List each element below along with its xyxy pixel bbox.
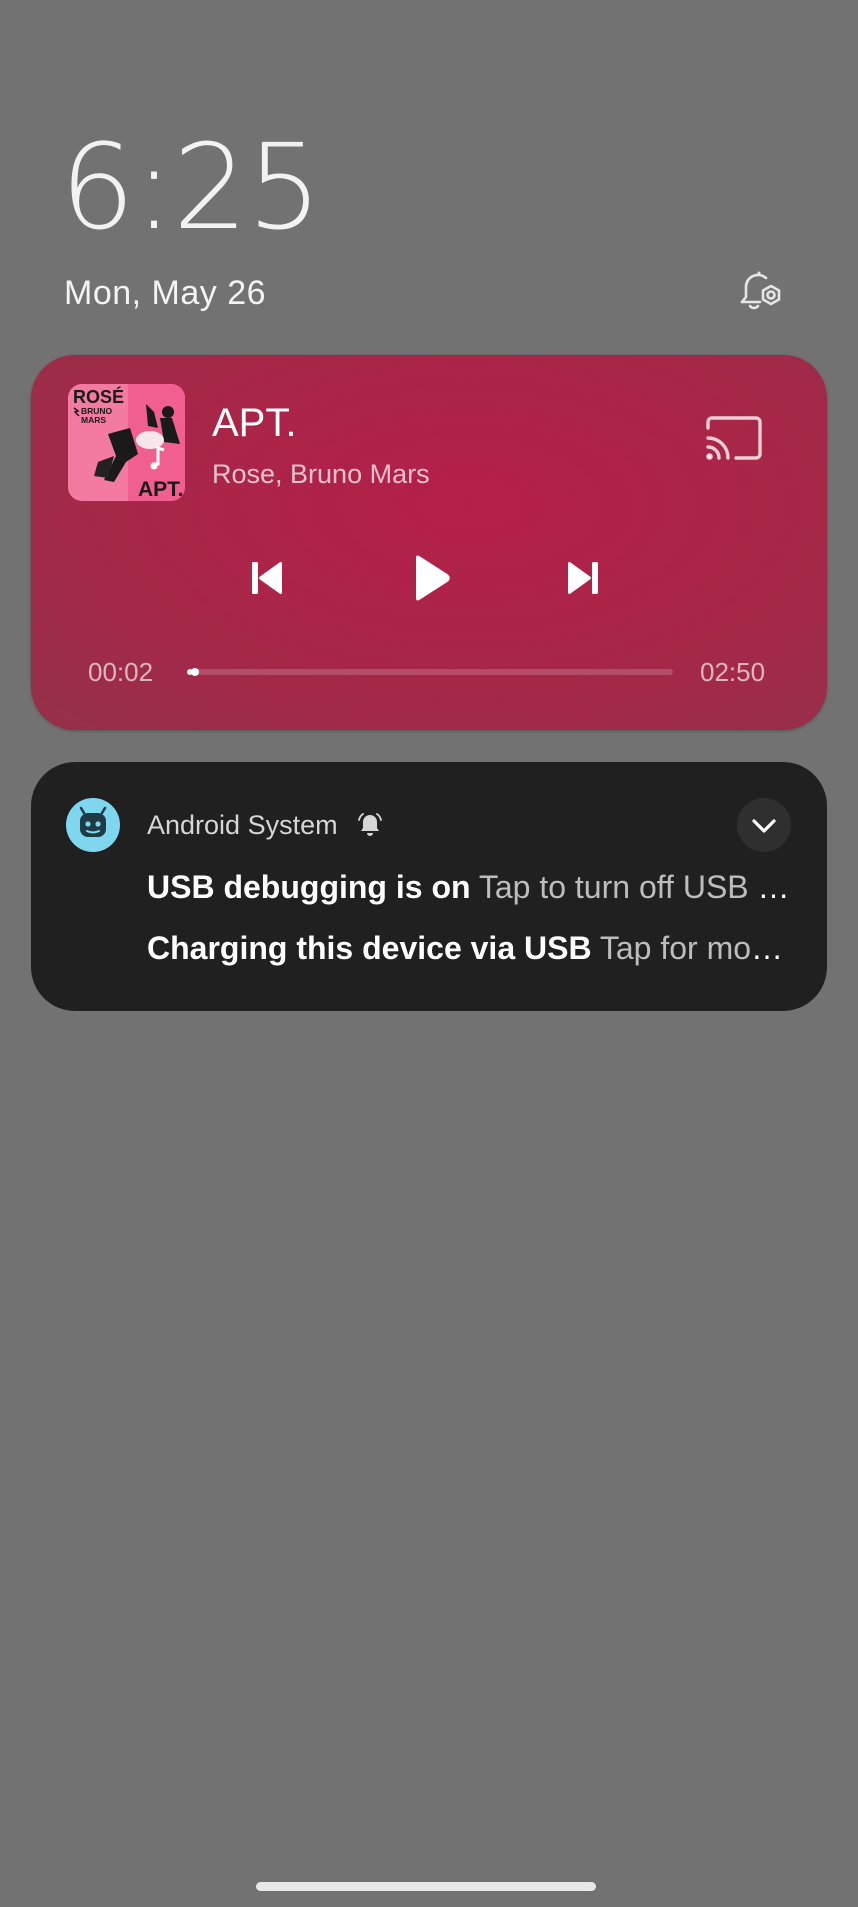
cast-icon[interactable] <box>704 414 766 464</box>
lockscreen-clock: 6:25 <box>60 118 322 256</box>
notification-app-name: Android System <box>147 810 338 840</box>
album-art-album-text: APT. <box>138 478 184 501</box>
media-player-card[interactable]: ROSÉ BRUNO MARS APT. APT. Rose, Bruno Ma… <box>31 355 827 730</box>
total-duration: 02:50 <box>700 657 766 687</box>
song-artist: Rose, Bruno Mars <box>212 459 430 489</box>
skip-previous-icon[interactable] <box>246 556 290 600</box>
play-icon[interactable] <box>404 552 456 604</box>
android-system-icon <box>66 798 120 852</box>
notification-item-body: Tap to turn off USB debugging <box>478 869 793 905</box>
lockscreen-date: Mon, May 26 <box>64 274 267 312</box>
album-art-artist-text: ROSÉ <box>73 386 124 407</box>
android-system-notification[interactable]: Android System USB debugging is on Tap t… <box>31 762 827 1011</box>
chevron-down-icon <box>752 819 776 833</box>
notification-item-title: Charging this device via USB <box>147 930 592 966</box>
notification-settings-icon[interactable] <box>734 264 790 320</box>
notification-item-title: USB debugging is on <box>147 869 471 905</box>
elapsed-time: 00:02 <box>88 657 154 687</box>
playback-progress-thumb[interactable] <box>190 668 199 676</box>
notification-item-usb-charging[interactable]: Charging this device via USB Tap for mor… <box>147 930 793 967</box>
playback-progress-slider[interactable] <box>187 668 673 676</box>
album-art[interactable]: ROSÉ BRUNO MARS APT. <box>68 384 185 501</box>
home-gesture-bar[interactable] <box>256 1882 596 1891</box>
notification-item-usb-debugging[interactable]: USB debugging is on Tap to turn off USB … <box>147 869 793 906</box>
album-art-feat-text-2: MARS <box>81 415 106 425</box>
bell-icon <box>356 811 384 839</box>
song-title: APT. <box>212 401 297 445</box>
expand-notification-button[interactable] <box>737 798 791 852</box>
skip-next-icon[interactable] <box>560 556 604 600</box>
notification-item-body: Tap for more options. <box>599 930 793 966</box>
